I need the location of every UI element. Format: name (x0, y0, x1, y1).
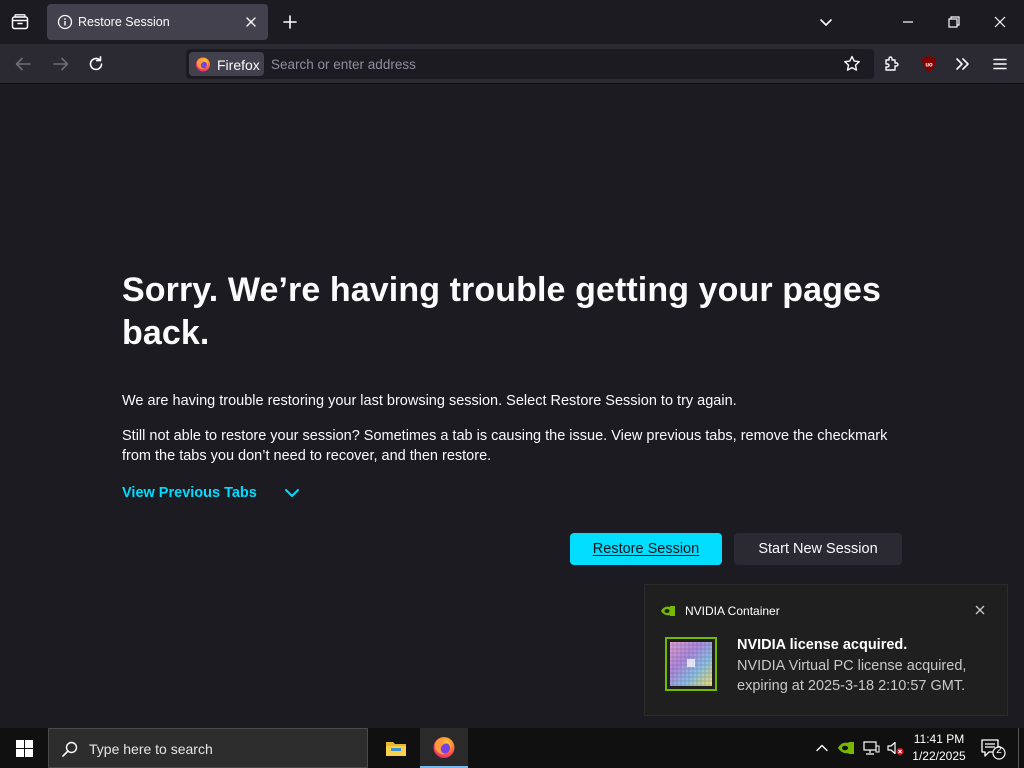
info-icon (57, 14, 73, 30)
view-previous-tabs-toggle[interactable]: View Previous Tabs (122, 485, 301, 501)
close-window-icon[interactable] (990, 12, 1010, 32)
volume-muted-icon[interactable] (886, 740, 904, 756)
taskbar-search-box[interactable]: Type here to search (48, 728, 368, 768)
firefox-logo-icon (196, 57, 210, 72)
overflow-chevrons-icon[interactable] (953, 54, 973, 74)
start-button[interactable] (0, 728, 48, 768)
navigation-toolbar: Firefox uo (0, 44, 1024, 84)
notification-body: NVIDIA Virtual PC license acquired, expi… (737, 658, 967, 694)
extensions-puzzle-icon[interactable] (882, 54, 902, 74)
page-title: Sorry. We’re having trouble getting your… (122, 271, 882, 352)
gpu-chip-icon (665, 637, 717, 691)
search-icon (62, 741, 78, 757)
folder-icon (386, 742, 406, 756)
hamburger-menu-icon[interactable] (990, 54, 1010, 74)
new-tab-icon[interactable] (280, 12, 300, 32)
clock-time: 11:41 PM (913, 732, 965, 746)
url-bar[interactable]: Firefox (186, 49, 874, 79)
forward-arrow-icon[interactable] (50, 54, 72, 74)
clock-date: 1/22/2025 (912, 749, 966, 763)
restore-session-button[interactable]: Restore Session (570, 533, 722, 565)
action-center-button[interactable]: 2 (980, 738, 1006, 760)
list-all-tabs-icon[interactable] (816, 12, 836, 32)
file-explorer-taskbar-button[interactable] (374, 728, 418, 768)
taskbar-clock[interactable]: 11:41 PM 1/22/2025 (908, 731, 970, 765)
tab-title: Restore Session (78, 15, 170, 29)
nvidia-tray-icon[interactable] (838, 741, 854, 755)
notification-app-name: NVIDIA Container (685, 604, 780, 618)
start-new-session-button[interactable]: Start New Session (734, 533, 902, 565)
search-placeholder: Type here to search (89, 741, 213, 757)
nvidia-logo-icon (661, 606, 675, 616)
firefox-taskbar-button[interactable] (420, 728, 468, 768)
reload-icon[interactable] (86, 54, 106, 74)
taskbar: Type here to search 11:41 PM 1/22/2025 2 (0, 728, 1024, 768)
bookmark-star-icon[interactable] (842, 54, 862, 74)
firefox-logo-icon (433, 737, 455, 758)
back-arrow-icon[interactable] (12, 54, 34, 74)
network-icon[interactable] (862, 740, 880, 756)
show-desktop-button[interactable] (1018, 728, 1024, 768)
tab-restore-session[interactable]: Restore Session (47, 4, 268, 40)
notification-toast[interactable]: NVIDIA Container NVIDIA license acquired… (644, 584, 1008, 716)
svg-text:uo: uo (925, 63, 933, 69)
notification-count-badge: 2 (996, 745, 1002, 756)
description-text: We are having trouble restoring your las… (122, 393, 737, 409)
tab-bar: Restore Session (0, 0, 1024, 44)
ublock-origin-icon[interactable]: uo (919, 54, 939, 74)
restore-window-icon[interactable] (944, 12, 964, 32)
identity-box[interactable]: Firefox (189, 52, 264, 76)
firefox-view-icon (11, 14, 29, 30)
help-text: Still not able to restore your session? … (122, 428, 888, 464)
windows-logo-icon (15, 739, 33, 757)
close-icon[interactable] (973, 603, 987, 617)
identity-label: Firefox (217, 57, 260, 73)
close-tab-icon[interactable] (243, 14, 259, 30)
chevron-up-icon[interactable] (814, 740, 830, 756)
address-input[interactable] (271, 54, 711, 74)
view-previous-tabs-label: View Previous Tabs (122, 485, 257, 501)
minimize-icon[interactable] (898, 12, 918, 32)
firefox-view-button[interactable] (8, 8, 32, 36)
chevron-down-icon (284, 489, 299, 497)
notification-title: NVIDIA license acquired. (737, 637, 908, 653)
